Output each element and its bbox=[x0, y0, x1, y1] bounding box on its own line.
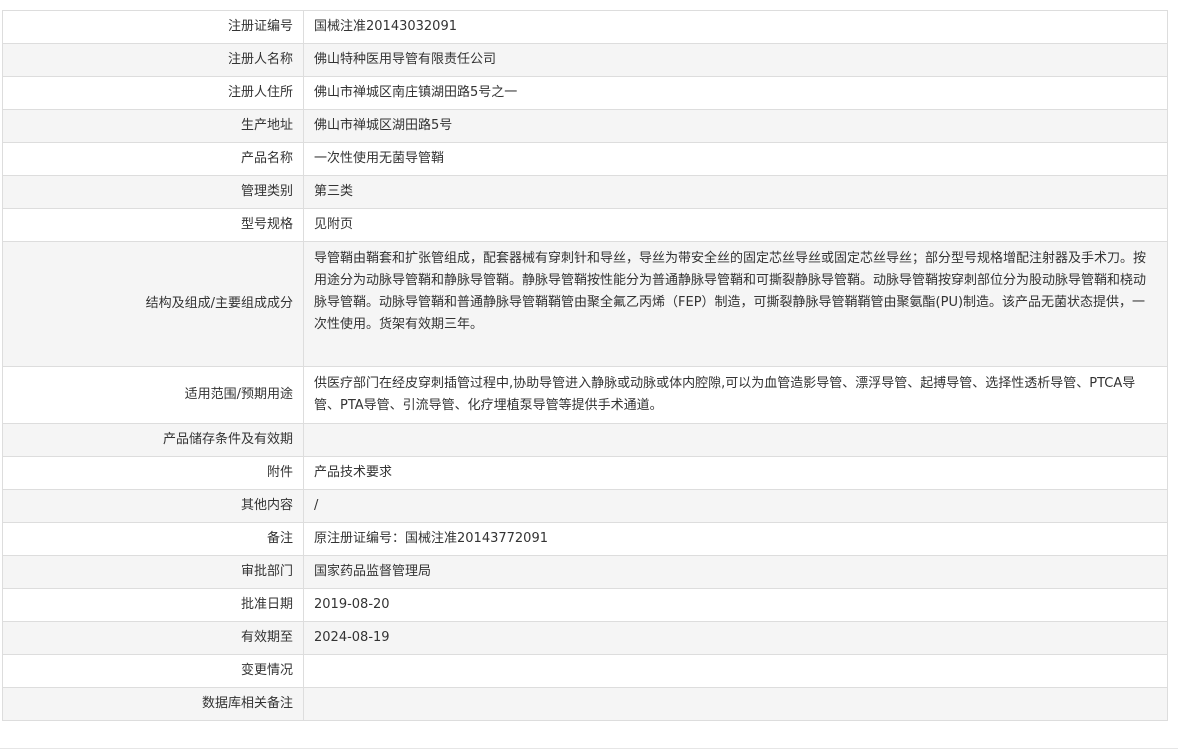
row-registrant-address: 注册人住所 佛山市禅城区南庄镇湖田路5号之一 bbox=[2, 76, 1168, 110]
row-valid-until: 有效期至 2024-08-19 bbox=[2, 621, 1168, 655]
row-structure-composition: 结构及组成/主要组成成分 导管鞘由鞘套和扩张管组成，配套器械有穿刺针和导丝，导丝… bbox=[2, 241, 1168, 367]
row-label: 生产地址 bbox=[2, 109, 304, 143]
row-attachment: 附件 产品技术要求 bbox=[2, 456, 1168, 490]
page-bottom-divider bbox=[0, 748, 1178, 749]
row-management-category: 管理类别 第三类 bbox=[2, 175, 1168, 209]
row-value: 第三类 bbox=[303, 175, 1168, 209]
row-label: 结构及组成/主要组成成分 bbox=[2, 241, 304, 367]
row-change-history: 变更情况 bbox=[2, 654, 1168, 688]
row-database-notes: 数据库相关备注 bbox=[2, 687, 1168, 721]
row-label: 有效期至 bbox=[2, 621, 304, 655]
row-label: 产品储存条件及有效期 bbox=[2, 423, 304, 457]
row-value bbox=[303, 654, 1168, 688]
row-label: 型号规格 bbox=[2, 208, 304, 242]
row-value bbox=[303, 423, 1168, 457]
row-value: 2019-08-20 bbox=[303, 588, 1168, 622]
row-label: 注册证编号 bbox=[2, 10, 304, 44]
row-label: 产品名称 bbox=[2, 142, 304, 176]
row-value: / bbox=[303, 489, 1168, 523]
row-label: 数据库相关备注 bbox=[2, 687, 304, 721]
row-label: 审批部门 bbox=[2, 555, 304, 589]
row-label: 注册人名称 bbox=[2, 43, 304, 77]
row-label: 批准日期 bbox=[2, 588, 304, 622]
row-registration-number: 注册证编号 国械注准20143032091 bbox=[2, 10, 1168, 44]
row-value: 2024-08-19 bbox=[303, 621, 1168, 655]
row-model-spec: 型号规格 见附页 bbox=[2, 208, 1168, 242]
row-value: 导管鞘由鞘套和扩张管组成，配套器械有穿刺针和导丝，导丝为带安全丝的固定芯丝导丝或… bbox=[303, 241, 1168, 367]
row-value: 一次性使用无菌导管鞘 bbox=[303, 142, 1168, 176]
row-value: 国械注准20143032091 bbox=[303, 10, 1168, 44]
row-label: 附件 bbox=[2, 456, 304, 490]
row-label: 变更情况 bbox=[2, 654, 304, 688]
row-label: 其他内容 bbox=[2, 489, 304, 523]
row-label: 备注 bbox=[2, 522, 304, 556]
row-label: 适用范围/预期用途 bbox=[2, 366, 304, 424]
row-value bbox=[303, 687, 1168, 721]
row-value: 佛山特种医用导管有限责任公司 bbox=[303, 43, 1168, 77]
row-remarks: 备注 原注册证编号：国械注准20143772091 bbox=[2, 522, 1168, 556]
row-value: 佛山市禅城区南庄镇湖田路5号之一 bbox=[303, 76, 1168, 110]
row-value: 原注册证编号：国械注准20143772091 bbox=[303, 522, 1168, 556]
row-other-content: 其他内容 / bbox=[2, 489, 1168, 523]
row-approval-date: 批准日期 2019-08-20 bbox=[2, 588, 1168, 622]
row-product-name: 产品名称 一次性使用无菌导管鞘 bbox=[2, 142, 1168, 176]
row-label: 注册人住所 bbox=[2, 76, 304, 110]
row-value: 见附页 bbox=[303, 208, 1168, 242]
row-label: 管理类别 bbox=[2, 175, 304, 209]
registration-detail-table: 注册证编号 国械注准20143032091 注册人名称 佛山特种医用导管有限责任… bbox=[2, 10, 1168, 721]
row-approval-department: 审批部门 国家药品监督管理局 bbox=[2, 555, 1168, 589]
row-production-address: 生产地址 佛山市禅城区湖田路5号 bbox=[2, 109, 1168, 143]
row-scope-of-use: 适用范围/预期用途 供医疗部门在经皮穿刺插管过程中,协助导管进入静脉或动脉或体内… bbox=[2, 366, 1168, 424]
row-value: 国家药品监督管理局 bbox=[303, 555, 1168, 589]
row-registrant-name: 注册人名称 佛山特种医用导管有限责任公司 bbox=[2, 43, 1168, 77]
row-storage-conditions: 产品储存条件及有效期 bbox=[2, 423, 1168, 457]
row-value: 产品技术要求 bbox=[303, 456, 1168, 490]
row-value: 供医疗部门在经皮穿刺插管过程中,协助导管进入静脉或动脉或体内腔隙,可以为血管造影… bbox=[303, 366, 1168, 424]
row-value: 佛山市禅城区湖田路5号 bbox=[303, 109, 1168, 143]
registration-detail-sheet: 注册证编号 国械注准20143032091 注册人名称 佛山特种医用导管有限责任… bbox=[2, 10, 1168, 721]
